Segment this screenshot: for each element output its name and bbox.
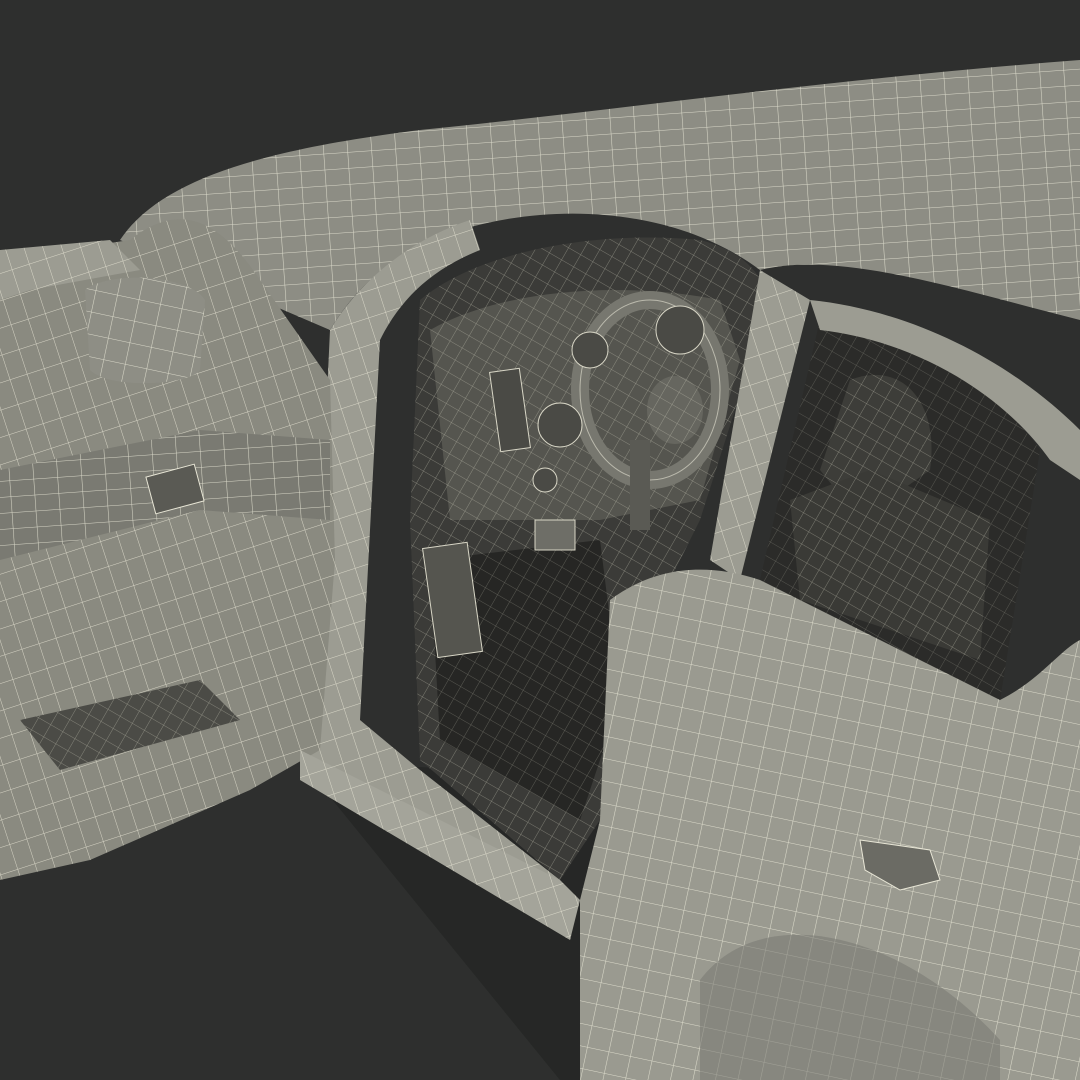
side-mirror <box>85 277 205 384</box>
render-canvas <box>0 0 1080 1080</box>
